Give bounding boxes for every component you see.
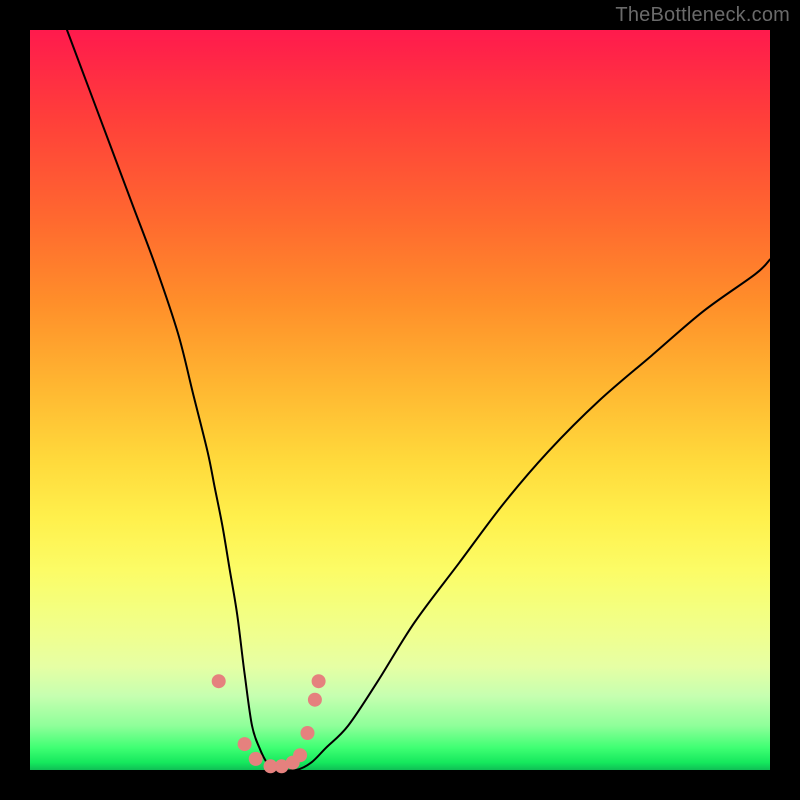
data-point-marker bbox=[312, 674, 326, 688]
data-point-marker bbox=[293, 748, 307, 762]
curve-markers bbox=[212, 674, 326, 773]
data-point-marker bbox=[301, 726, 315, 740]
bottleneck-curve bbox=[67, 30, 770, 771]
data-point-marker bbox=[308, 693, 322, 707]
curve-layer bbox=[30, 30, 770, 770]
watermark-text: TheBottleneck.com bbox=[615, 4, 790, 27]
chart-stage: TheBottleneck.com bbox=[0, 0, 800, 800]
data-point-marker bbox=[212, 674, 226, 688]
data-point-marker bbox=[238, 737, 252, 751]
data-point-marker bbox=[249, 752, 263, 766]
plot-area bbox=[30, 30, 770, 770]
